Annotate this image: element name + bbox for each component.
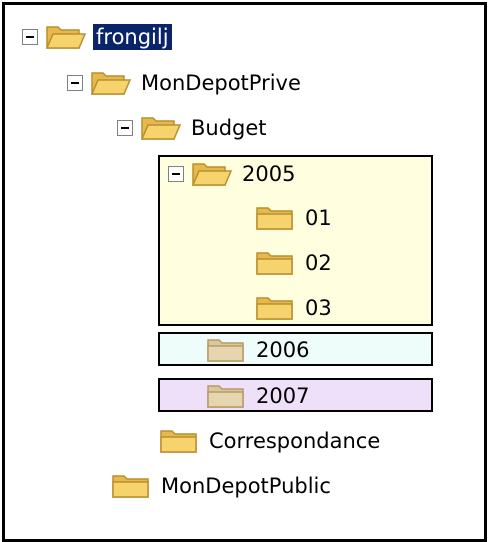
tree-node-label: 03 [305,296,332,320]
folder-open-icon [191,159,233,189]
folder-closed-icon [254,248,296,278]
tree-node-mondepotpublic[interactable]: MonDepotPublic [110,469,334,503]
tree-node-02[interactable]: 02 [254,246,335,280]
folder-open-icon [90,68,132,98]
tree-node-2007[interactable]: 2007 [205,379,312,413]
tree-node-label: 2006 [256,338,310,362]
tree-node-01[interactable]: 01 [254,201,335,235]
tree-node-2006[interactable]: 2006 [205,333,312,367]
folder-open-icon [140,113,182,143]
tree-node-03[interactable]: 03 [254,291,335,325]
collapse-toggle[interactable] [168,166,184,182]
folder-faded-icon [205,335,247,365]
folder-closed-icon [254,293,296,323]
collapse-toggle[interactable] [22,29,38,45]
tree-node-mondepotprive[interactable]: MonDepotPrive [67,66,304,100]
tree-node-label: MonDepotPrive [141,71,301,95]
folder-closed-icon [254,203,296,233]
tree-node-label: 2007 [256,384,310,408]
tree-node-label: Correspondance [209,429,381,453]
tree-node-correspondance[interactable]: Correspondance [158,424,383,458]
folder-closed-icon [158,426,200,456]
tree-node-label: 02 [305,251,332,275]
collapse-toggle[interactable] [67,75,83,91]
tree-node-budget[interactable]: Budget [117,111,270,145]
tree-node-label: MonDepotPublic [161,474,331,498]
tree-node-label: frongilj [93,24,172,50]
tree-node-frongilj[interactable]: frongilj [22,20,172,54]
tree-node-label: 01 [305,206,332,230]
tree-node-label: 2005 [242,162,296,186]
tree-node-label: Budget [191,116,267,140]
folder-closed-icon [110,471,152,501]
tree-node-2005[interactable]: 2005 [168,157,298,191]
folder-faded-icon [205,381,247,411]
folder-open-icon [45,22,87,52]
collapse-toggle[interactable] [117,120,133,136]
